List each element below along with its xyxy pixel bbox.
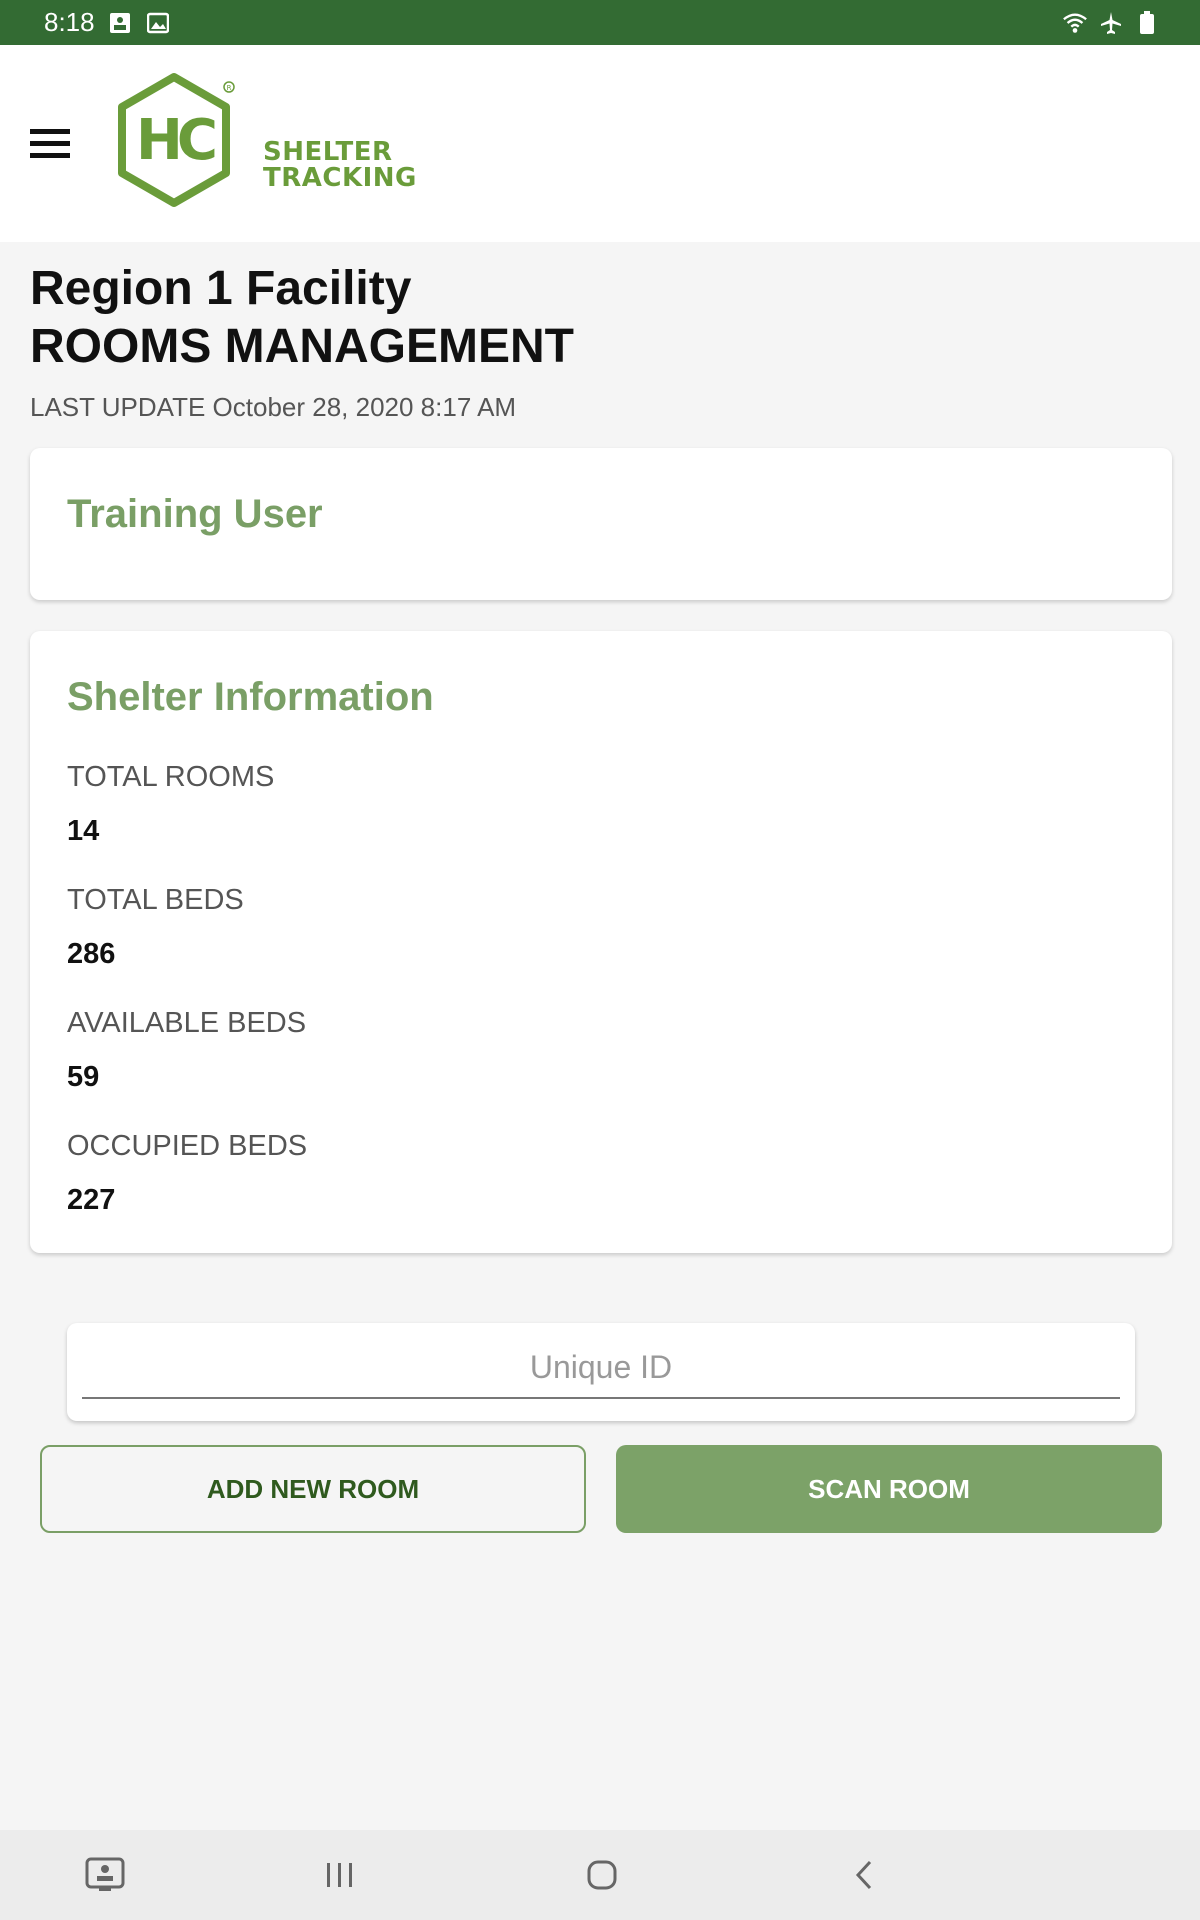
home-icon[interactable] [577,1850,627,1900]
stat-total-rooms: TOTAL ROOMS 14 [67,759,307,882]
shelter-stats: TOTAL ROOMS 14 TOTAL BEDS 286 AVAILABLE … [67,759,307,1251]
app-logo: HC R SHELTER TRACKING [108,69,418,219]
stat-value: 286 [67,938,116,970]
status-time: 8:18 [44,7,95,37]
stat-total-beds: TOTAL BEDS 286 [67,882,307,1005]
screenshot-icon[interactable] [80,1850,130,1900]
menu-icon[interactable] [28,125,74,163]
page-heading: Region 1 Facility ROOMS MANAGEMENT LAST … [30,260,574,423]
back-icon[interactable] [840,1850,890,1900]
unique-id-field-container [67,1323,1135,1421]
recent-apps-icon[interactable] [315,1850,365,1900]
wifi-icon [1062,10,1088,36]
stat-value: 14 [67,815,100,847]
logo-text: SHELTER TRACKING [263,139,417,191]
scan-room-button[interactable]: SCAN ROOM [616,1445,1162,1533]
svg-text:R: R [227,84,232,92]
stat-value: 59 [67,1061,100,1093]
user-name: Training User [67,492,323,536]
logo-text-line1: SHELTER [263,137,393,167]
stat-value: 227 [67,1184,116,1216]
last-update-text: LAST UPDATE October 28, 2020 8:17 AM [30,392,517,422]
system-nav-bar [0,1830,1200,1920]
stat-label: OCCUPIED BEDS [67,1130,308,1162]
logo-text-line2: TRACKING [263,163,417,193]
battery-icon [1134,10,1160,36]
logo-mark: HC [136,108,215,173]
notification-image-icon [107,10,133,36]
shelter-info-title: Shelter Information [67,675,434,719]
status-bar: 8:18 [0,0,1200,45]
unique-id-input[interactable] [82,1337,1120,1399]
stat-label: TOTAL BEDS [67,884,244,916]
page-title: ROOMS MANAGEMENT [30,320,574,373]
stat-available-beds: AVAILABLE BEDS 59 [67,1005,307,1128]
shelter-info-card: Shelter Information TOTAL ROOMS 14 TOTAL… [30,631,1172,1253]
airplane-icon [1098,10,1124,36]
user-card: Training User [30,448,1172,600]
facility-name: Region 1 Facility [30,262,412,315]
app-bar: HC R SHELTER TRACKING [0,45,1200,242]
add-new-room-button[interactable]: ADD NEW ROOM [40,1445,586,1533]
stat-label: TOTAL ROOMS [67,761,275,793]
gallery-icon [145,10,171,36]
stat-occupied-beds: OCCUPIED BEDS 227 [67,1128,307,1251]
stat-label: AVAILABLE BEDS [67,1007,307,1039]
